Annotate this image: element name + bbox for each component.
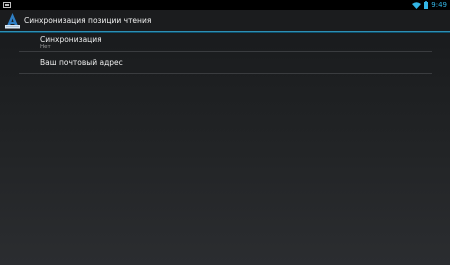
preference-list: Синхронизация Нет Ваш почтовый адрес — [19, 32, 432, 74]
battery-icon — [424, 1, 429, 9]
wifi-icon — [412, 1, 422, 9]
sync-preference-title: Синхронизация — [40, 35, 102, 44]
email-preference-title: Ваш почтовый адрес — [40, 58, 123, 67]
email-preference[interactable]: Ваш почтовый адрес — [19, 52, 432, 74]
status-time: 9:49 — [431, 1, 447, 9]
page-title: Синхронизация позиции чтения — [24, 16, 152, 25]
screenshot-icon — [3, 2, 11, 8]
book-app-icon[interactable] — [4, 12, 21, 29]
sync-preference[interactable]: Синхронизация Нет — [19, 32, 432, 52]
status-bar: 9:49 — [0, 0, 450, 10]
sync-preference-summary: Нет — [40, 44, 51, 50]
status-indicators: 9:49 — [412, 0, 447, 10]
action-bar: Синхронизация позиции чтения — [0, 10, 450, 32]
